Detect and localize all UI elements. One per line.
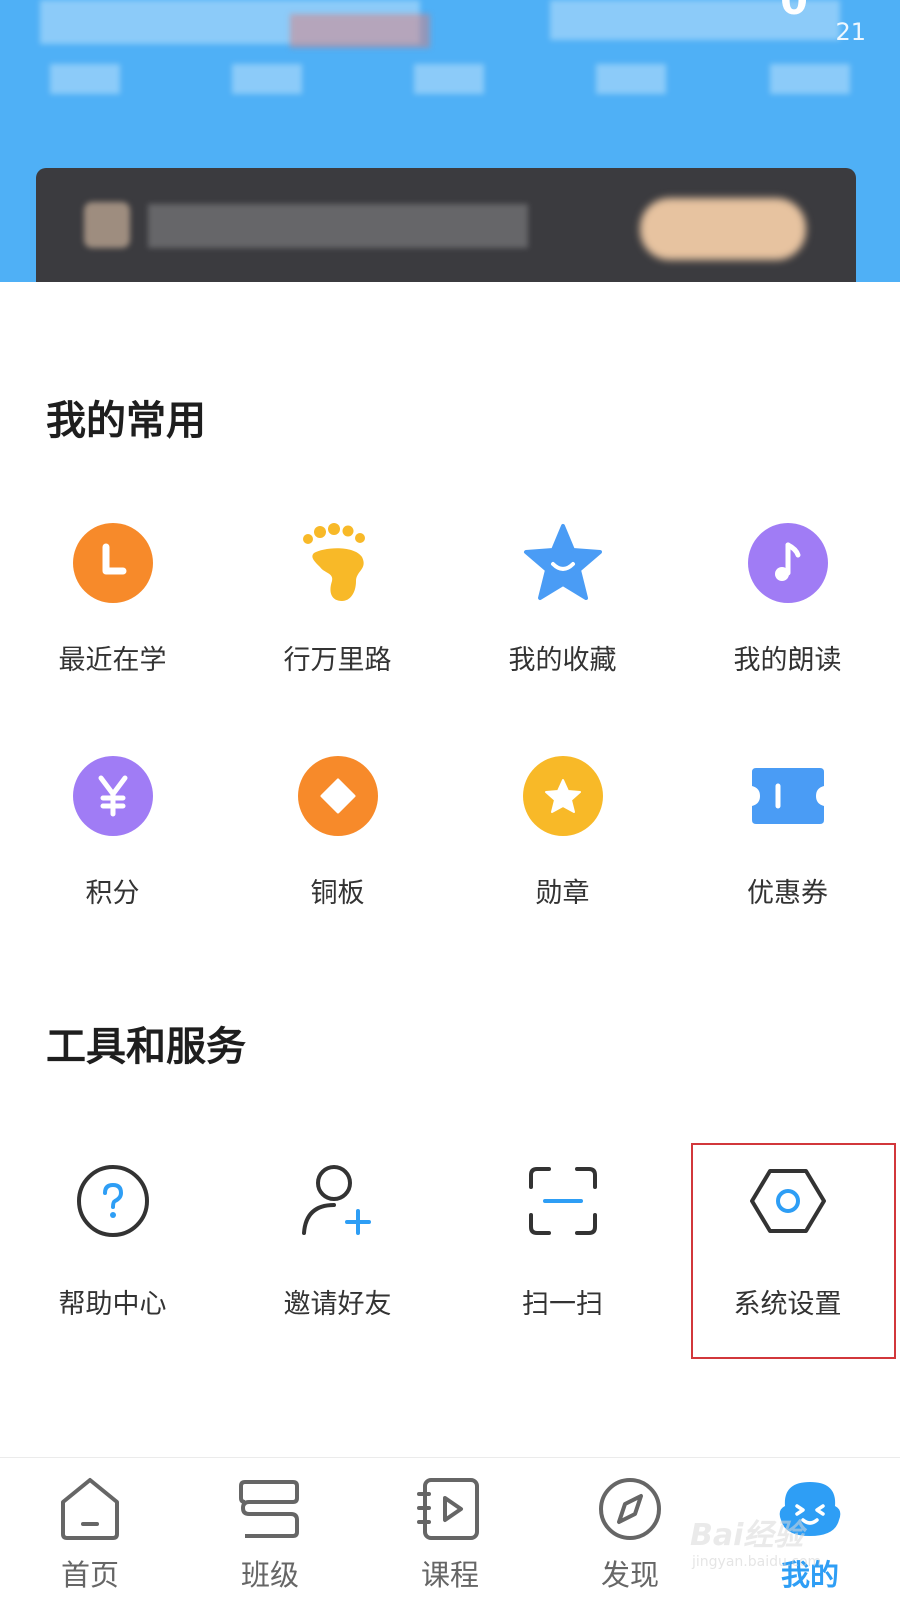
blurred-stat-3 <box>414 64 484 94</box>
music-note-icon <box>747 522 829 604</box>
frequent-grid-row-2: 积分 铜板 勋章 优惠券 <box>0 755 900 910</box>
item-invite-friends[interactable]: 邀请好友 <box>225 1160 450 1321</box>
header-count-label: 21 <box>835 18 866 46</box>
item-label: 最近在学 <box>58 645 167 676</box>
nav-discover[interactable]: 发现 <box>540 1458 720 1600</box>
item-recent-learning[interactable]: 最近在学 <box>0 522 225 677</box>
coin-diamond-icon <box>297 755 379 837</box>
item-label: 系统设置 <box>733 1289 842 1320</box>
nav-home[interactable]: 首页 <box>0 1458 180 1600</box>
frequent-grid-row-1: 最近在学 行万里路 我的收藏 我的朗读 <box>0 522 900 677</box>
home-icon <box>61 1478 119 1540</box>
blurred-stat-5 <box>770 64 850 94</box>
blurred-vip-text <box>148 204 528 248</box>
item-copper-coins[interactable]: 铜板 <box>225 755 450 910</box>
item-label: 我的朗读 <box>733 645 842 676</box>
help-question-icon <box>72 1160 154 1242</box>
item-label: 积分 <box>85 878 140 909</box>
nav-class[interactable]: 班级 <box>180 1458 360 1600</box>
profile-header: 0 21 <box>0 0 900 282</box>
ticket-icon <box>747 755 829 837</box>
section-title-tools: 工具和服务 <box>46 1024 246 1070</box>
item-label: 勋章 <box>535 878 590 909</box>
item-points[interactable]: 积分 <box>0 755 225 910</box>
vip-open-button[interactable] <box>640 198 806 260</box>
nav-label: 我的 <box>780 1558 839 1592</box>
nav-label: 班级 <box>240 1558 299 1592</box>
blurred-stat-4 <box>596 64 666 94</box>
vip-icon <box>84 202 130 248</box>
item-label: 帮助中心 <box>58 1289 167 1320</box>
play-book-icon <box>417 1478 479 1540</box>
item-label: 行万里路 <box>283 645 392 676</box>
item-medals[interactable]: 勋章 <box>450 755 675 910</box>
blurred-stat-1 <box>50 64 120 94</box>
mascot-icon <box>779 1482 841 1536</box>
item-travel-miles[interactable]: 行万里路 <box>225 522 450 677</box>
vip-banner[interactable] <box>36 168 856 282</box>
bottom-nav: 首页 班级 课程 发现 我的 <box>0 1457 900 1600</box>
medal-star-icon <box>522 755 604 837</box>
compass-icon <box>599 1478 661 1540</box>
nav-courses[interactable]: 课程 <box>360 1458 540 1600</box>
item-coupons[interactable]: 优惠券 <box>675 755 900 910</box>
item-label: 优惠券 <box>747 878 828 909</box>
scan-icon <box>522 1160 604 1242</box>
item-help-center[interactable]: 帮助中心 <box>0 1160 225 1321</box>
settings-hexagon-icon <box>747 1160 829 1242</box>
nav-mine[interactable]: 我的 <box>720 1458 900 1600</box>
blurred-badges <box>290 14 430 48</box>
nav-label: 发现 <box>600 1558 659 1592</box>
clock-icon <box>72 522 154 604</box>
footprint-icon <box>297 522 379 604</box>
section-title-frequent: 我的常用 <box>46 398 206 444</box>
tools-grid: 帮助中心 邀请好友 扫一扫 系统设置 <box>0 1160 900 1321</box>
blurred-stat-2 <box>232 64 302 94</box>
star-icon <box>522 522 604 604</box>
item-label: 邀请好友 <box>283 1289 392 1320</box>
add-user-icon <box>297 1160 379 1242</box>
yen-icon <box>72 755 154 837</box>
header-count-value: 0 <box>780 0 808 24</box>
item-scan[interactable]: 扫一扫 <box>450 1160 675 1321</box>
item-my-favorites[interactable]: 我的收藏 <box>450 522 675 677</box>
item-label: 我的收藏 <box>508 645 617 676</box>
nav-label: 首页 <box>60 1558 119 1592</box>
item-my-reading[interactable]: 我的朗读 <box>675 522 900 677</box>
item-label: 铜板 <box>310 878 365 909</box>
class-icon <box>239 1480 299 1538</box>
nav-label: 课程 <box>420 1558 479 1592</box>
item-label: 扫一扫 <box>522 1289 603 1320</box>
item-system-settings[interactable]: 系统设置 <box>675 1160 900 1321</box>
